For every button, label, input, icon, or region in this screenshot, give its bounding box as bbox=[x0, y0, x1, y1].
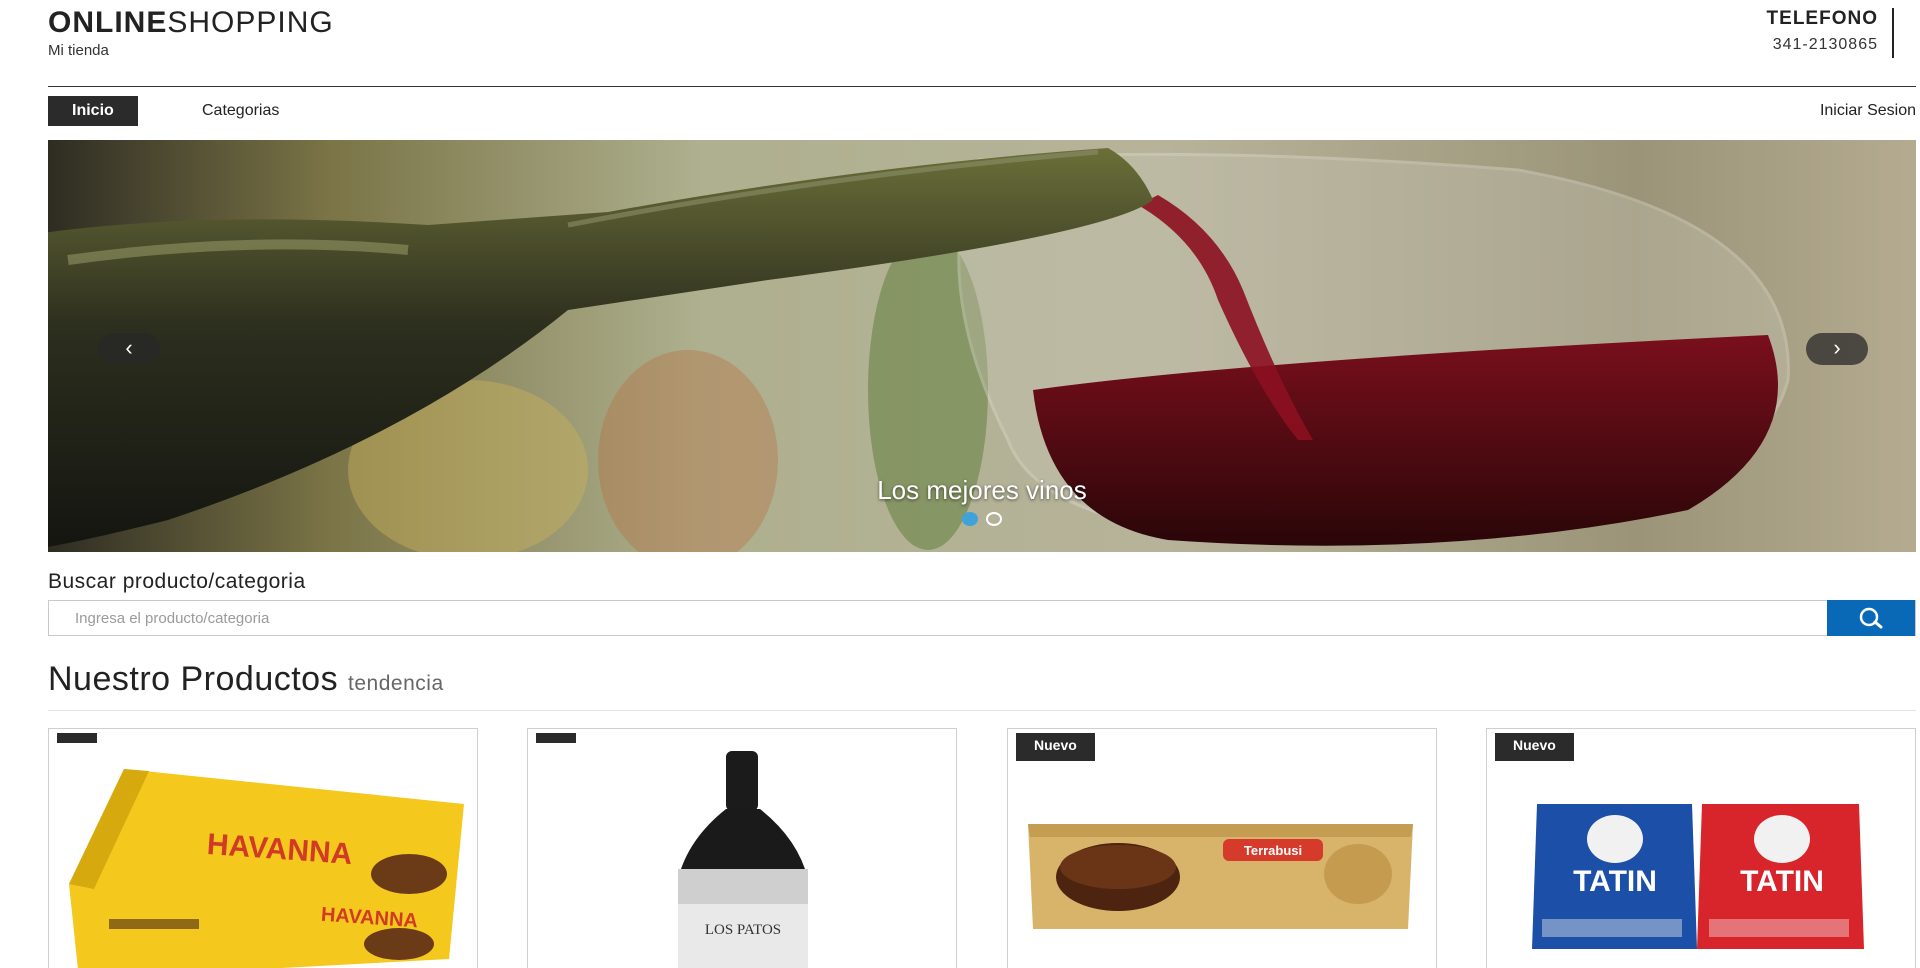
nav-item-inicio[interactable]: Inicio bbox=[48, 96, 138, 126]
product-brand-text: LOS PATOS bbox=[705, 922, 781, 938]
products-title: Nuestro Productos bbox=[48, 660, 339, 698]
search-button[interactable] bbox=[1827, 600, 1915, 636]
product-badge: Nuevo bbox=[1016, 733, 1095, 761]
carousel-indicator[interactable] bbox=[962, 512, 978, 526]
product-card[interactable]: HAVANNA HAVANNA bbox=[48, 728, 478, 968]
product-card[interactable]: LOS PATOS bbox=[527, 728, 957, 968]
product-badge: Nuevo bbox=[1495, 733, 1574, 761]
product-badge bbox=[57, 733, 97, 743]
product-image-havanna: HAVANNA HAVANNA bbox=[69, 769, 464, 968]
products-heading: Nuestro Productos tendencia bbox=[48, 660, 444, 699]
search-icon bbox=[1859, 607, 1883, 629]
product-card[interactable]: Terrabusi Nuevo bbox=[1007, 728, 1437, 968]
carousel-next-button[interactable]: › bbox=[1806, 333, 1868, 365]
product-brand-text: TATIN bbox=[1573, 865, 1657, 898]
contact-info: TELEFONO 341-2130865 bbox=[1767, 8, 1894, 58]
brand-title: ONLINESHOPPING bbox=[48, 6, 334, 40]
carousel-indicator[interactable] bbox=[986, 512, 1002, 526]
products-subtitle: tendencia bbox=[348, 672, 444, 695]
carousel-indicators bbox=[48, 512, 1916, 531]
products-divider bbox=[48, 710, 1916, 711]
header-divider bbox=[48, 86, 1916, 87]
search-input[interactable] bbox=[49, 601, 1827, 635]
carousel-prev-button[interactable]: ‹ bbox=[98, 333, 160, 365]
product-badge bbox=[536, 733, 576, 743]
hero-carousel[interactable]: ‹ › Los mejores vinos bbox=[48, 140, 1916, 552]
product-image-wine-bottle: LOS PATOS bbox=[678, 751, 808, 968]
product-image-tatin: TATIN TATIN bbox=[1532, 804, 1864, 949]
product-brand-text: Terrabusi bbox=[1244, 843, 1302, 858]
nav-item-categorias[interactable]: Categorias bbox=[178, 96, 303, 126]
brand[interactable]: ONLINESHOPPING Mi tienda bbox=[48, 6, 334, 59]
contact-label: TELEFONO bbox=[1766, 8, 1878, 29]
product-image-alfajor: Terrabusi bbox=[1028, 824, 1413, 929]
main-nav: Inicio Categorias Iniciar Sesion bbox=[48, 96, 1916, 126]
brand-subtitle: Mi tienda bbox=[48, 42, 109, 59]
search-label: Buscar producto/categoria bbox=[48, 570, 306, 593]
contact-phone: 341-2130865 bbox=[1772, 36, 1878, 53]
brand-title-bold: ONLINE bbox=[48, 6, 168, 39]
carousel-caption: Los mejores vinos bbox=[877, 475, 1087, 505]
product-card[interactable]: TATIN TATIN Nuevo bbox=[1486, 728, 1916, 968]
product-brand-text-secondary: TATIN bbox=[1740, 865, 1824, 898]
brand-title-light: SHOPPING bbox=[167, 6, 334, 39]
search-form bbox=[48, 600, 1916, 636]
login-link[interactable]: Iniciar Sesion bbox=[1796, 96, 1916, 126]
